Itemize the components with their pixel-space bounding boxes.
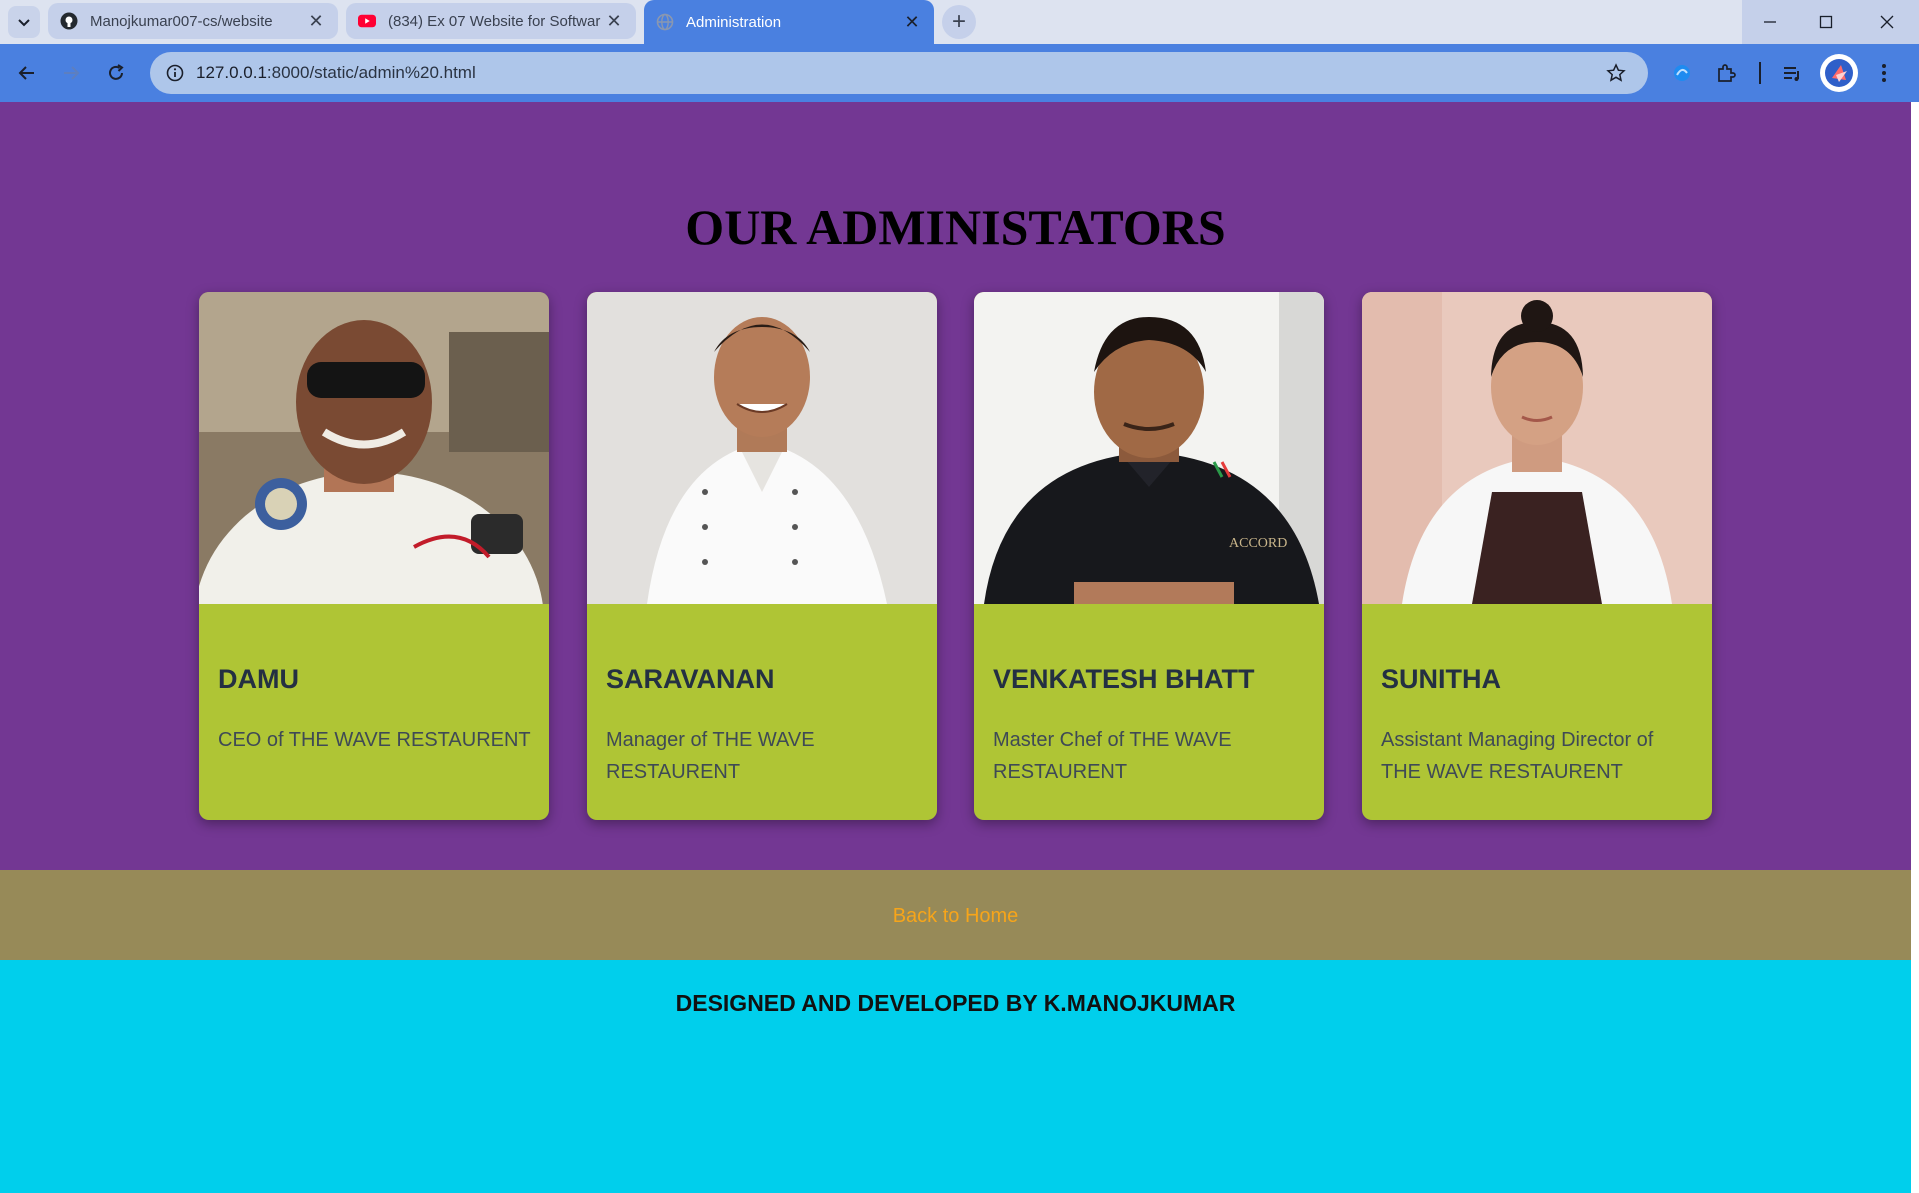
arrow-left-icon [18, 66, 34, 80]
logo-text: ACCORD [1229, 536, 1287, 551]
plus-icon: + [951, 8, 966, 35]
tab-title: Manojkumar007-cs/website [90, 12, 273, 30]
admin-name: SARAVANAN [606, 664, 775, 694]
close-icon [1880, 15, 1893, 29]
more-menu-button[interactable] [1867, 56, 1901, 90]
admin-role: CEO of THE WAVE RESTAURENT [218, 729, 531, 751]
forward-button[interactable] [54, 56, 88, 90]
close-icon[interactable]: ✕ [604, 11, 624, 32]
toolbar-divider [1759, 62, 1761, 84]
admin-photo [199, 292, 549, 772]
youtube-icon [358, 12, 376, 30]
profile-avatar[interactable] [1819, 53, 1859, 93]
github-icon [60, 12, 78, 30]
tab-title: Administration [686, 13, 782, 31]
browser-toolbar: 127.0.0.1:8000/static/admin%20.html [0, 44, 1919, 102]
close-icon[interactable]: ✕ [902, 12, 922, 33]
reload-icon [109, 64, 124, 80]
tab-administration[interactable]: Administration ✕ [644, 0, 934, 44]
admin-role: Manager of THE WAVE RESTAURENT [606, 729, 815, 783]
close-icon[interactable]: ✕ [306, 11, 326, 32]
maximize-icon [1819, 15, 1833, 29]
url-text[interactable]: 127.0.0.1:8000/static/admin%20.html [196, 63, 1596, 83]
admin-card: DAMU CEO of THE WAVE RESTAURENT [199, 292, 549, 820]
administrators-section: OUR ADMINISTATORS DAMU CEO of THE WAVE R… [0, 102, 1911, 870]
url-path: :8000/static/admin%20.html [266, 63, 476, 82]
admin-role: Master Chef of THE WAVE RESTAURENT [993, 729, 1232, 783]
scrollbar[interactable] [1911, 102, 1919, 1193]
back-link-bar: Back to Home [0, 870, 1911, 960]
tab-search-button[interactable] [8, 6, 40, 38]
minimize-icon [1764, 21, 1776, 23]
url-host: 127.0.0.1 [196, 63, 267, 82]
admin-name: SUNITHA [1381, 664, 1501, 694]
close-window-button[interactable] [1854, 0, 1919, 44]
admin-name: VENKATESH BHATT [993, 664, 1255, 694]
tab-strip: Manojkumar007-cs/website ✕ (834) Ex 07 W… [0, 0, 1919, 44]
address-bar[interactable]: 127.0.0.1:8000/static/admin%20.html [150, 52, 1648, 94]
footer-credit: DESIGNED AND DEVELOPED BY K.MANOJKUMAR [675, 990, 1236, 1016]
footer: DESIGNED AND DEVELOPED BY K.MANOJKUMAR [0, 960, 1911, 1193]
page-title: OUR ADMINISTATORS [685, 199, 1226, 255]
admin-card: ACCORD VENKATESH BHATT Master Chef of TH… [974, 292, 1324, 820]
avatar [1820, 54, 1858, 92]
tab-title: (834) Ex 07 Website for Softwar [388, 12, 601, 30]
tab-github[interactable]: Manojkumar007-cs/website ✕ [48, 3, 338, 39]
back-button[interactable] [10, 56, 44, 90]
page-viewport: OUR ADMINISTATORS DAMU CEO of THE WAVE R… [0, 102, 1911, 1193]
extension-icon[interactable] [1665, 56, 1699, 90]
bookmark-star-icon[interactable] [1596, 63, 1636, 83]
admin-photo: ACCORD [974, 292, 1324, 604]
back-to-home-link[interactable]: Back to Home [0, 905, 1911, 928]
admin-photo [587, 292, 937, 604]
arrow-right-icon [64, 66, 80, 80]
minimize-button[interactable] [1742, 0, 1798, 44]
tab-youtube[interactable]: (834) Ex 07 Website for Softwar ✕ [346, 3, 636, 39]
site-info-icon[interactable] [160, 58, 190, 88]
new-tab-button[interactable]: + [942, 5, 976, 39]
extensions-puzzle-icon[interactable] [1709, 56, 1743, 90]
more-vertical-icon [1882, 64, 1886, 82]
admin-role: Assistant Managing Director of THE WAVE … [1381, 729, 1654, 783]
maximize-button[interactable] [1798, 0, 1854, 44]
reload-button[interactable] [99, 56, 133, 90]
admin-card: SARAVANAN Manager of THE WAVE RESTAURENT [587, 292, 937, 820]
admin-name: DAMU [218, 664, 299, 694]
chevron-down-icon [18, 19, 30, 27]
media-controls-icon[interactable] [1775, 56, 1809, 90]
admin-photo [1362, 292, 1712, 604]
globe-icon [656, 13, 674, 31]
admin-card: SUNITHA Assistant Managing Director of T… [1362, 292, 1712, 820]
